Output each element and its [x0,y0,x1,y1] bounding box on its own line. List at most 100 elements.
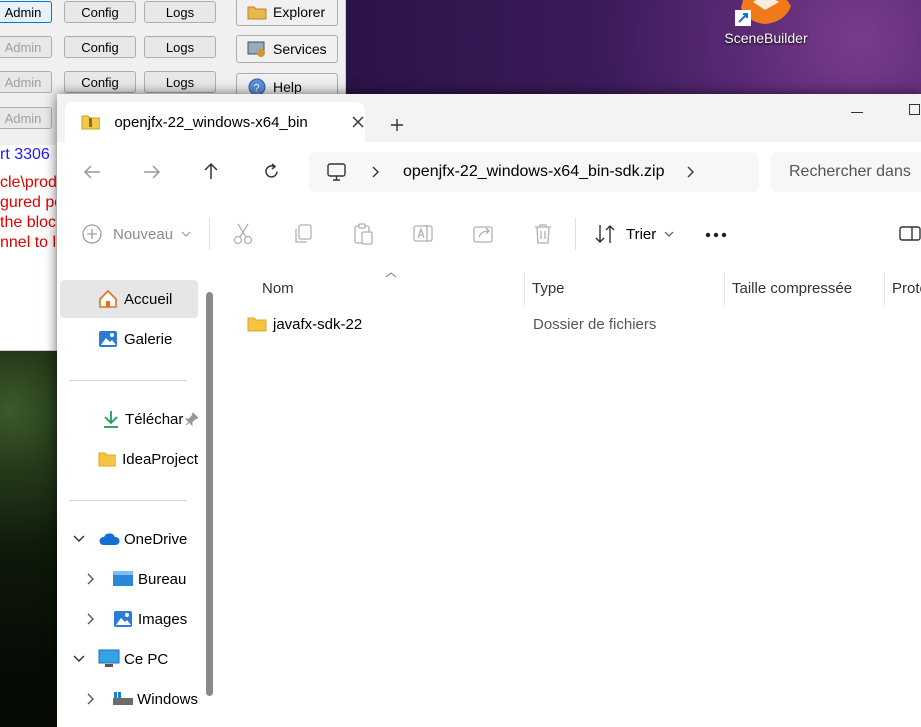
maximize-icon[interactable] [909,104,921,116]
search-input[interactable]: Rechercher dans [771,152,921,192]
sort-button[interactable]: Trier [594,220,674,248]
svg-text:?: ? [254,83,260,95]
nav-item-home[interactable]: Accueil [60,280,198,318]
explorer-button[interactable]: Explorer [236,0,338,26]
column-header-protected[interactable]: Prote [892,280,921,297]
address-path: openjfx-22_windows-x64_bin-sdk.zip [403,163,665,180]
admin-button-row3[interactable]: Admin [0,71,52,93]
logs-button-row1[interactable]: Logs [144,1,216,23]
refresh-icon[interactable] [263,163,280,180]
nav-item-label: IdeaProject [122,450,198,468]
chevron-down-icon[interactable] [72,532,86,546]
folder-icon [247,6,267,20]
address-field[interactable]: openjfx-22_windows-x64_bin-sdk.zip [309,152,759,192]
toolbar-separator [575,218,576,250]
folder-icon [98,452,117,467]
delete-icon[interactable] [532,222,556,246]
file-explorer-window: openjfx-22_windows-x64_bin- openjfx-22_w… [57,94,921,727]
desktop-icon [113,571,133,586]
home-icon [99,289,117,308]
xampp-log-panel: rt 3306 cle\prod gured po the bloc nnel … [0,145,56,350]
more-options-icon[interactable] [705,232,729,238]
column-header-compressed-size[interactable]: Taille compressée [732,280,852,297]
log-line: the bloc [0,214,56,231]
file-type: Dossier de fichiers [533,315,657,333]
up-arrow-icon[interactable] [203,162,219,180]
new-button[interactable]: Nouveau [81,218,191,250]
explorer-button-label: Explorer [273,4,326,20]
nav-item-label: Téléchar [125,410,184,428]
close-tab-icon[interactable] [351,115,365,129]
nav-item-downloads[interactable]: Téléchar [60,400,198,438]
copy-icon[interactable] [292,222,316,246]
download-icon [104,411,118,428]
column-separator[interactable] [524,272,525,306]
command-bar: Nouveau Trier [57,200,921,273]
file-name: javafx-sdk-22 [273,315,363,333]
back-arrow-icon[interactable] [83,164,101,180]
nav-item-this-pc[interactable]: Ce PC [60,640,198,678]
chevron-right-icon[interactable] [84,572,98,586]
details-pane-icon[interactable] [899,226,921,242]
nav-divider [69,380,187,381]
cut-icon[interactable] [232,222,256,246]
forward-arrow-icon[interactable] [143,164,161,180]
log-line: cle\prod [0,174,56,191]
address-bar: openjfx-22_windows-x64_bin-sdk.zip Reche… [57,142,921,201]
folder-icon [247,317,267,332]
computer-icon [327,163,346,181]
column-header-type[interactable]: Type [532,280,565,297]
paste-icon[interactable] [352,222,376,246]
chevron-down-icon[interactable] [72,652,86,666]
nav-item-gallery[interactable]: Galerie [60,320,198,358]
config-button-row1[interactable]: Config [64,1,136,23]
plus-circle-icon [82,224,102,244]
minimize-icon[interactable] [851,112,865,114]
services-button[interactable]: Services [236,35,338,63]
config-button-row2[interactable]: Config [64,36,136,58]
scenebuilder-shortcut-icon[interactable] [735,0,795,28]
chevron-down-icon [181,231,191,237]
column-header-name[interactable]: Nom [262,280,294,297]
services-icon [247,41,265,57]
scenebuilder-shortcut-label[interactable]: SceneBuilder [706,30,826,46]
chevron-right-icon[interactable] [371,165,381,179]
nav-item-label: Galerie [124,330,173,348]
logs-button-row3[interactable]: Logs [144,71,216,93]
pin-icon[interactable] [185,412,198,426]
nav-item-bureau[interactable]: Bureau [60,560,198,598]
nav-divider [69,500,187,501]
config-button-row3[interactable]: Config [64,71,136,93]
chevron-right-icon[interactable] [686,165,696,179]
logs-button-row2[interactable]: Logs [144,36,216,58]
new-tab-icon[interactable] [390,118,404,132]
log-line: nnel to lis [0,234,56,251]
admin-button-row4[interactable]: Admin [0,107,52,129]
column-separator[interactable] [724,272,725,306]
nav-item-label: Ce PC [124,650,169,668]
tab-title: openjfx-22_windows-x64_bin- [114,113,308,131]
nav-scrollbar[interactable] [206,292,213,696]
admin-button-row2[interactable]: Admin [0,36,52,58]
admin-button-row1[interactable]: Admin [0,1,52,23]
share-icon[interactable] [472,222,496,246]
rename-icon[interactable] [412,222,436,246]
tab-active[interactable]: openjfx-22_windows-x64_bin- [65,102,365,142]
nav-item-label: OneDrive [124,530,188,548]
nav-item-windows-drive[interactable]: Windows [60,680,198,718]
nav-item-images[interactable]: Images [60,600,198,638]
table-row[interactable]: javafx-sdk-22 Dossier de fichiers [237,310,917,338]
chevron-right-icon[interactable] [84,692,98,706]
nav-item-label: Windows [137,690,198,708]
services-button-label: Services [273,41,327,57]
drive-icon [112,692,133,705]
nav-item-onedrive[interactable]: OneDrive [60,520,198,558]
log-line-blank [0,165,56,173]
nav-item-label: Accueil [124,290,173,308]
navigation-pane: Accueil Galerie Téléchar IdeaProject One… [57,272,217,727]
column-separator[interactable] [884,272,885,306]
chevron-right-icon[interactable] [84,612,98,626]
sort-ascending-icon [385,272,397,278]
nav-item-ideaprojects[interactable]: IdeaProject [60,440,198,478]
nav-item-label: Bureau [138,570,187,588]
